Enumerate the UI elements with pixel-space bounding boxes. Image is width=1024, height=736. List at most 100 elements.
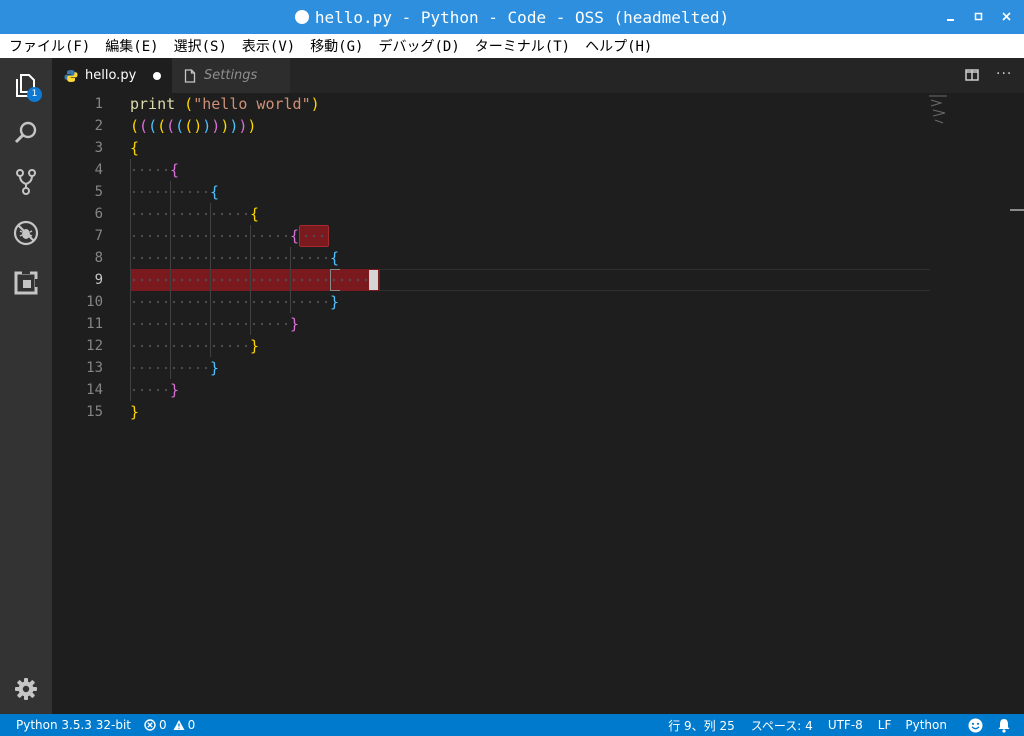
paren: ( [148,117,158,135]
whitespace-dots [130,247,330,269]
end-of-line[interactable]: LF [878,718,892,732]
whitespace-dots [130,225,290,247]
brace-close: } [250,337,260,355]
paren: ( [184,117,194,135]
line-number: 5 [94,184,103,200]
search-icon [14,121,37,144]
unsaved-dot-icon[interactable] [153,72,161,80]
explorer-button[interactable]: 1 [0,61,52,109]
paren: ) [247,117,257,135]
line-number: 2 [94,118,103,134]
line-number: 13 [86,360,103,376]
brace-close: } [130,403,140,421]
feedback-button[interactable] [968,718,983,733]
debug-button[interactable] [0,209,52,257]
brace-open: { [170,161,180,179]
line-number: 15 [86,404,103,420]
paren-open: ( [175,95,194,113]
code-line-1: print ("hello world") [130,93,320,115]
gear-icon [15,678,37,700]
paren: ( [175,117,185,135]
whitespace-dots [130,379,170,401]
menu-edit[interactable]: 編集(E) [97,36,165,56]
brace-close: } [330,293,340,311]
bracket-match-box [330,269,340,291]
whitespace-dots [130,335,250,357]
menu-view[interactable]: 表示(V) [234,36,302,56]
encoding[interactable]: UTF-8 [828,718,863,732]
paren: ) [193,117,203,135]
line-number: 11 [86,316,103,332]
line-number: 1 [94,96,103,112]
minimize-icon [947,19,954,21]
title-bar: hello.py - Python - Code - OSS (headmelt… [0,0,1024,34]
code-line-2: ((((((())))))) [130,115,256,137]
brace-open: { [210,183,220,201]
brace-open: { [290,227,300,245]
line-number: 10 [86,294,103,310]
warning-icon [173,720,185,730]
smiley-icon [968,718,983,732]
paren: ) [211,117,221,135]
search-button[interactable] [0,109,52,157]
menu-file[interactable]: ファイル(F) [0,36,97,56]
error-icon [144,719,156,731]
menu-debug[interactable]: デバッグ(D) [370,36,466,56]
language-mode[interactable]: Python [905,718,947,732]
error-count: 0 [159,718,167,732]
tab-strip: hello.py Settings ··· [52,58,1024,93]
minimap[interactable] [927,93,953,127]
line-number: 7 [94,228,103,244]
more-actions-icon[interactable]: ··· [996,66,1012,82]
whitespace-dots [130,291,330,313]
paren: ( [139,117,149,135]
menu-help[interactable]: ヘルプ(H) [577,36,659,56]
whitespace-dots [130,357,210,379]
line-number: 8 [94,250,103,266]
paren: ( [157,117,167,135]
menu-terminal[interactable]: ターミナル(T) [467,36,577,56]
text-cursor [369,270,378,290]
minimize-button[interactable] [943,9,959,25]
cursor-position[interactable]: 行 9、列 25 [668,717,735,734]
source-control-button[interactable] [0,158,52,206]
paren: ( [166,117,176,135]
close-icon [1002,12,1011,21]
brace-close: } [210,359,220,377]
debug-icon [13,220,39,246]
maximize-button[interactable] [971,9,987,25]
line-number: 6 [94,206,103,222]
brace-open: { [330,249,340,267]
keyword-print: print [130,95,176,113]
line-number: 14 [86,382,103,398]
brace-close: } [170,381,180,399]
extensions-icon [14,270,39,295]
tab-label: hello.py [85,68,137,83]
string-literal: "hello world" [193,95,311,113]
source-control-icon [16,169,36,195]
menu-go[interactable]: 移動(G) [302,36,370,56]
indentation[interactable]: スペース: 4 [751,717,813,734]
close-button[interactable] [999,9,1015,25]
window-title: hello.py - Python - Code - OSS (headmelt… [314,7,730,27]
manage-button[interactable] [0,665,52,713]
paren: ) [202,117,212,135]
line-number: 4 [94,162,103,178]
menu-selection[interactable]: 選択(S) [166,36,234,56]
extensions-button[interactable] [0,259,52,307]
menu-bar: ファイル(F) 編集(E) 選択(S) 表示(V) 移動(G) デバッグ(D) … [0,34,1024,58]
line-number-active: 9 [94,272,103,288]
whitespace-dots [130,313,290,335]
brace-open: { [250,205,260,223]
tab-settings[interactable]: Settings [172,58,290,93]
code-editor[interactable]: 1 2 3 4 5 6 7 8 9 10 11 12 13 14 15 prin… [52,93,1024,714]
split-editor-icon[interactable] [965,68,979,82]
problems-indicator[interactable]: 0 0 [144,718,195,732]
notifications-button[interactable] [997,718,1011,733]
line-number: 3 [94,140,103,156]
tab-hello-py[interactable]: hello.py [52,58,172,93]
bell-icon [998,718,1010,733]
activity-bar: 1 [0,58,52,714]
python-interpreter[interactable]: Python 3.5.3 32-bit [16,718,131,732]
status-bar: Python 3.5.3 32-bit 0 0 行 9、列 25 スペース: 4… [0,714,1024,736]
